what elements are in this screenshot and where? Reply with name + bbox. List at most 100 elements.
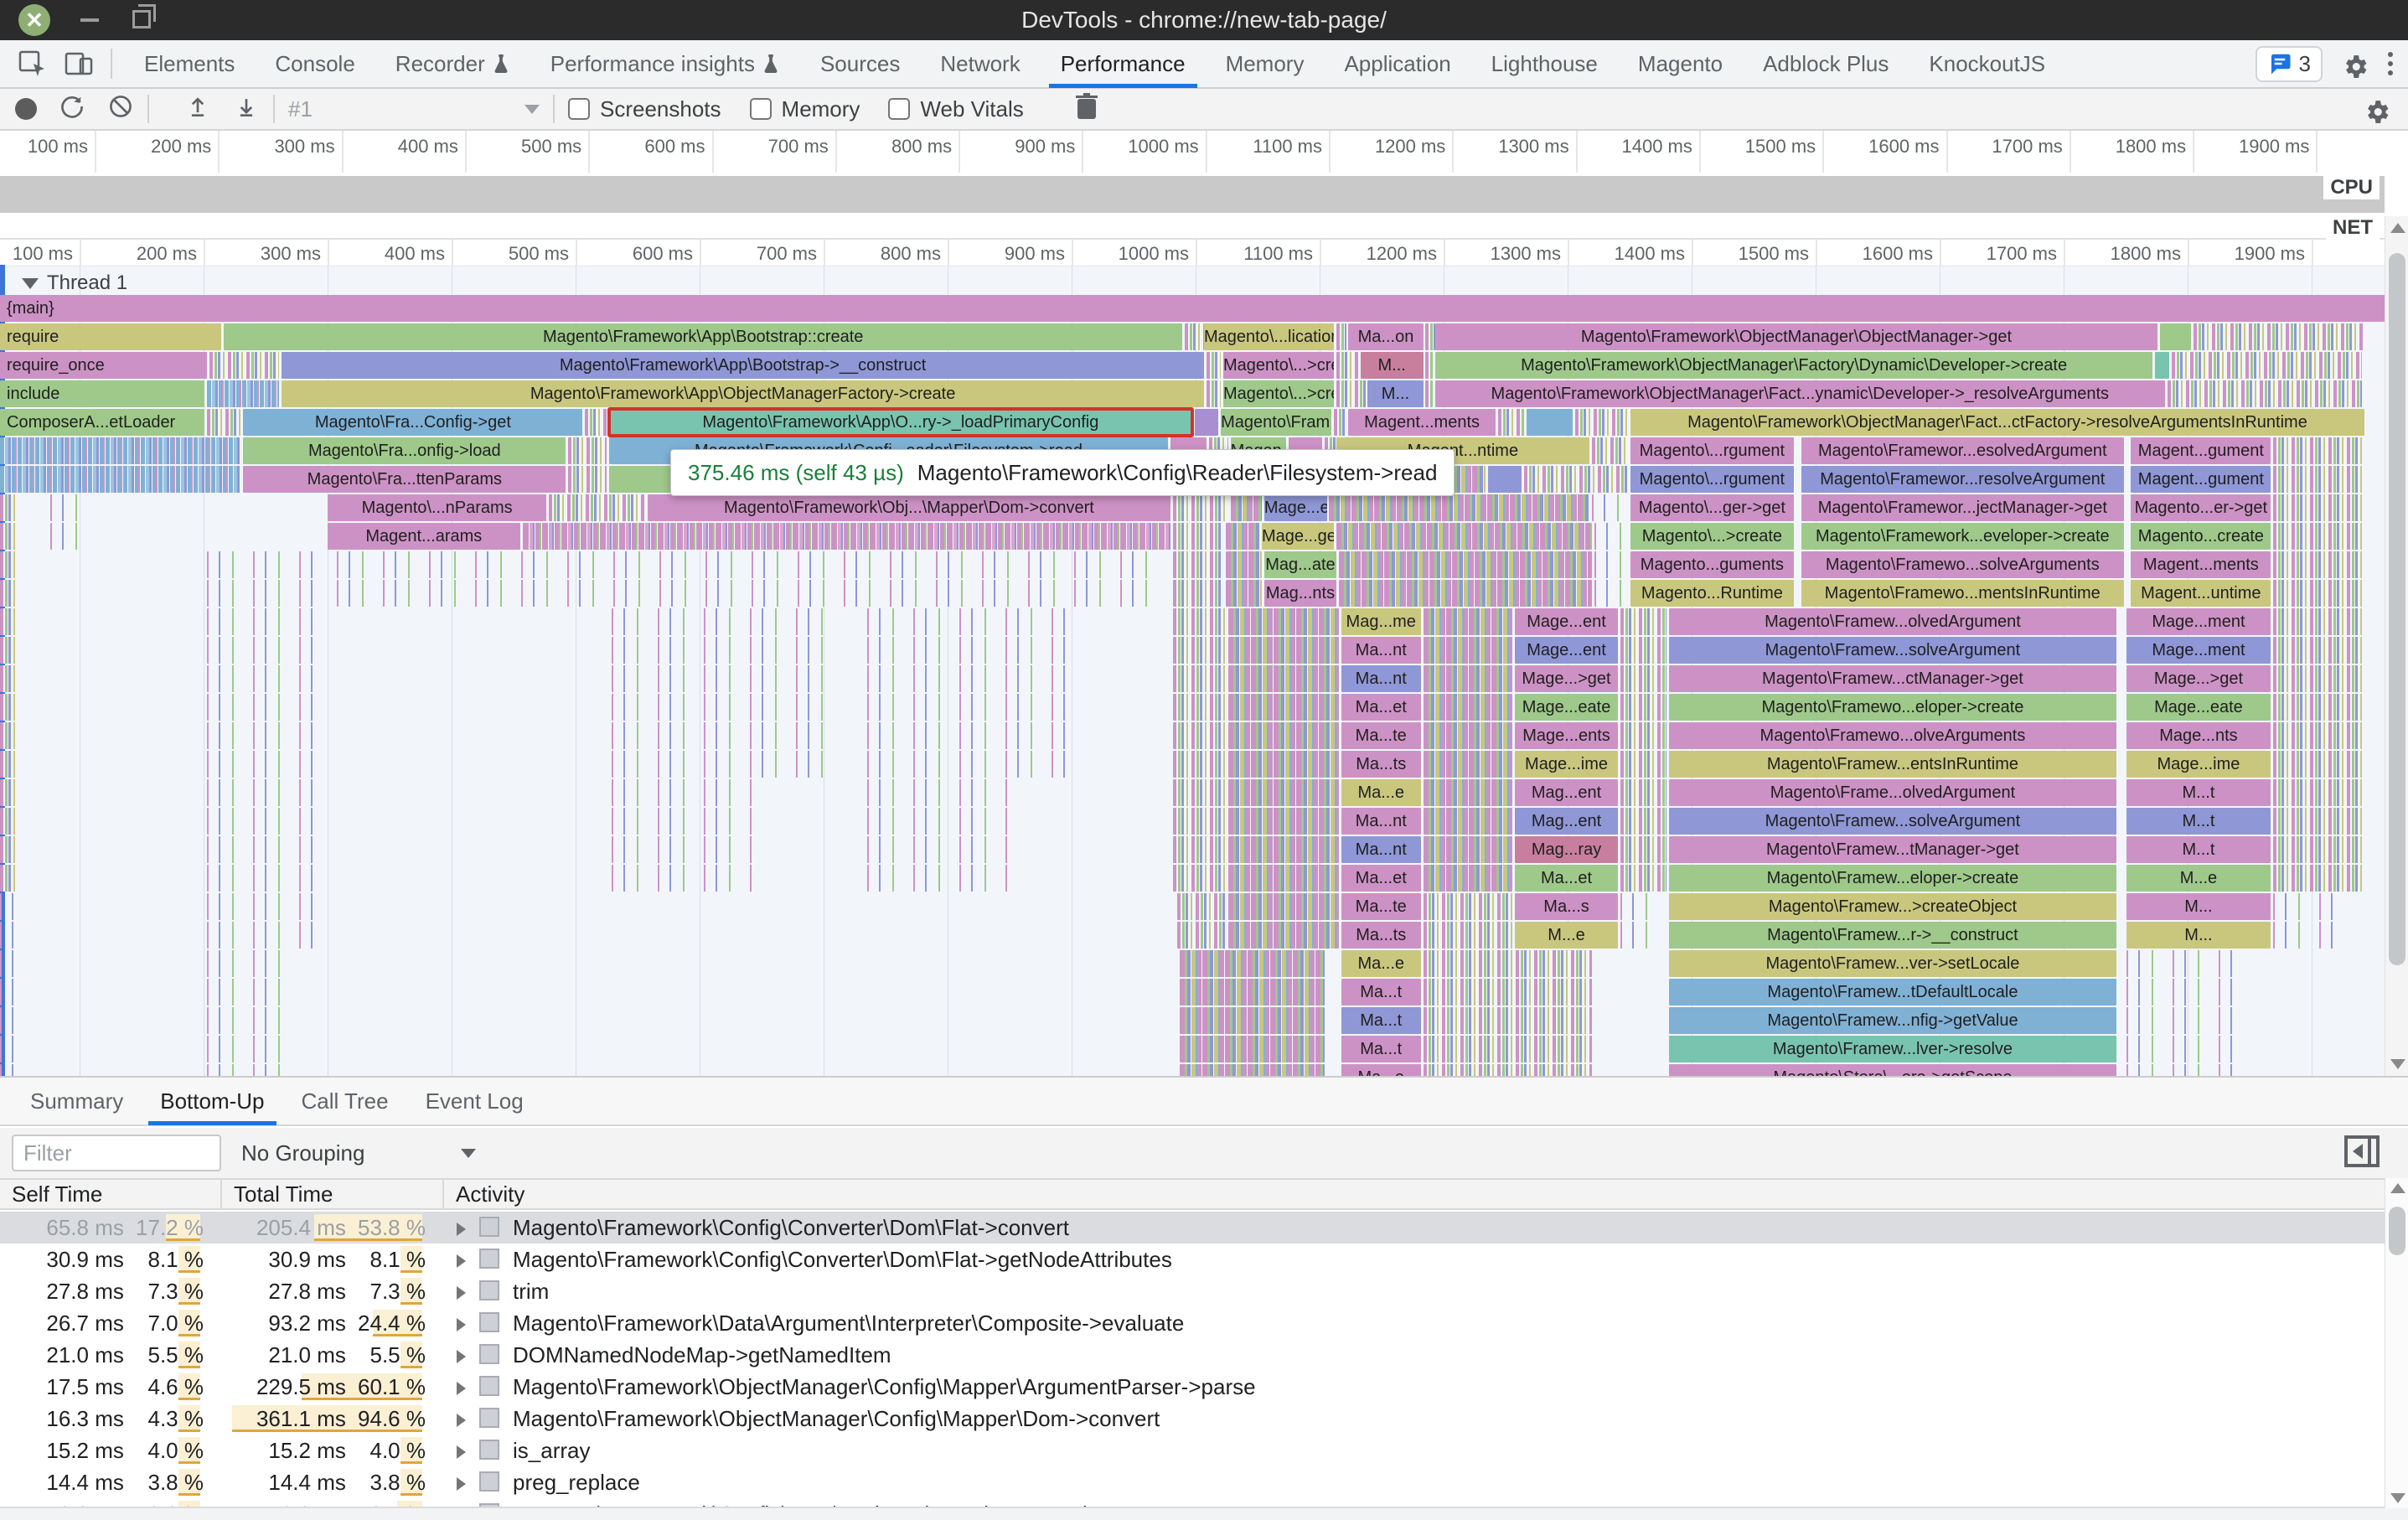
flame-block[interactable]: Magento\Framew...eloper->create [1668,865,2117,892]
scrollbar-thumb[interactable] [2389,1207,2405,1255]
flame-block[interactable]: Magento\Framewo...solveArguments [1801,551,2124,578]
activity-name[interactable]: preg_replace [513,1466,2374,1498]
cpu-overview-strip[interactable]: CPU [0,173,2408,216]
checkbox-screenshots[interactable]: Screenshots [568,96,721,122]
activity-name[interactable]: Magento\Framework\Config\Converter\Dom\F… [513,1212,2374,1243]
flame-block[interactable]: Magento\Framework\ObjectManager\Factory\… [1434,352,2153,379]
flame-block[interactable]: Mage...ment [2126,608,2271,635]
flame-block[interactable]: Magento\Framew...solveArgument [1668,637,2117,664]
flame-block[interactable]: Magento\Framew...tManager->get [1668,836,2117,863]
flame-block[interactable]: Mage...ent [1514,608,1619,635]
activity-name[interactable]: Magento\Framework\Config\Converter\Dom\F… [513,1243,2374,1275]
flame-block[interactable]: Mage...>get [1514,665,1619,692]
expand-icon[interactable] [457,1382,466,1395]
flame-block[interactable] [1194,409,1219,436]
profile-select[interactable]: #1 [288,96,540,122]
flame-block[interactable]: Magento\Framework\Obj...\Mapper\Dom->con… [648,494,1170,521]
flame-block[interactable]: Mage...>get [2126,665,2271,692]
tab-lighthouse[interactable]: Lighthouse [1471,39,1618,88]
flame-block[interactable]: Magento\Framework\App\ObjectManagerFacto… [282,380,1204,407]
flame-block[interactable]: Magento\...rgument [1630,466,1795,493]
flame-block[interactable]: M... [1367,380,1424,407]
checkbox-box[interactable] [568,98,590,120]
flame-block[interactable]: ComposerA...etLoader [0,409,205,436]
table-row[interactable]: 30.9 ms 8.1 % 30.9 ms 8.1 % Magento\Framewor… [0,1243,2408,1275]
flame-block[interactable]: Magento\Framew...>createObject [1668,893,2117,920]
flame-block[interactable]: M... [1360,352,1424,379]
expand-icon[interactable] [457,1445,466,1459]
scroll-up-icon[interactable] [2390,223,2405,233]
flame-block[interactable]: Ma...t [1341,1007,1421,1034]
flame-block[interactable]: Magento\...lication [1204,323,1335,350]
expand-icon[interactable] [457,1286,466,1300]
flame-block[interactable]: Mage...get [1261,523,1335,550]
tab-performance-insights[interactable]: Performance insights [530,39,800,88]
flame-block[interactable]: Magent...gument [2131,466,2271,493]
checkbox-box[interactable] [749,98,772,120]
thread-header[interactable]: Thread 1 [22,270,127,297]
flame-block[interactable]: Ma...et [1341,694,1421,721]
horizontal-scrollbar[interactable] [0,1507,2408,1520]
flame-block[interactable]: Mag...ray [1514,836,1619,863]
tab-summary[interactable]: Summary [12,1077,142,1125]
flame-block-highlighted[interactable]: Magento\Framework\App\O...ry->_loadPrima… [607,407,1194,437]
flame-block[interactable]: require [0,323,222,350]
flame-block[interactable]: Magento\Fra...onfig->load [243,437,566,464]
flame-block[interactable]: Magent...gument [2131,437,2271,464]
flame-block[interactable]: Ma...s [1514,893,1619,920]
flame-block[interactable]: M... [2126,893,2271,920]
table-row[interactable]: 26.7 ms 7.0 % 93.2 ms 24.4 % Magento\Framewo… [0,1307,2408,1339]
flame-block[interactable] [2159,323,2192,350]
flame-block[interactable]: Magent...ments [1348,409,1496,436]
tab-bottom-up[interactable]: Bottom-Up [142,1077,282,1125]
flame-block[interactable]: M...e [2126,865,2271,892]
table-row[interactable]: 27.8 ms 7.3 % 27.8 ms 7.3 % trim [0,1275,2408,1307]
flame-block[interactable]: M...t [2126,836,2271,863]
flame-block[interactable]: Magento...er->get [2131,494,2271,521]
flame-block[interactable]: Magento\Fram...bjectManager [1221,409,1332,436]
flame-block[interactable]: Mage...end [1263,494,1327,521]
flame-block[interactable]: Magento\Framewor...esolvedArgument [1801,437,2124,464]
flame-block[interactable]: Magento\Framew...tDefaultLocale [1668,979,2117,1006]
grouping-select[interactable]: No Grouping [241,1140,476,1166]
activity-name[interactable]: Magento\Framework\Config\Dom\NodePathMat… [513,1498,2374,1507]
flame-block[interactable]: Magento\Framework\ObjectManager\Fact...c… [1630,409,2365,436]
flame-block[interactable]: Magento\Framework\ObjectManager\Fact...y… [1434,380,2165,407]
flame-block[interactable]: Magento\Framework\App\Bootstrap->__const… [282,352,1204,379]
flame-block[interactable]: M...t [2126,779,2271,806]
scroll-up-icon[interactable] [2390,1183,2405,1193]
tab-console[interactable]: Console [255,39,375,88]
checkbox-memory[interactable]: Memory [749,96,860,122]
expand-icon[interactable] [457,1350,466,1363]
flame-block[interactable]: Magento\Framewor...jectManager->get [1801,494,2124,521]
flame-block[interactable]: Mag...me [1341,608,1421,635]
flame-block[interactable]: {main} [0,295,2408,322]
flame-block[interactable]: Mage...eate [2126,694,2271,721]
flame-block[interactable]: require_once [0,352,208,379]
tab-network[interactable]: Network [920,39,1040,88]
flame-block[interactable]: Magento\Framewor...resolveArgument [1801,466,2124,493]
table-row[interactable]: 21.0 ms 5.5 % 21.0 ms 5.5 % DOMNamedNodeMap-… [0,1339,2408,1371]
flame-block[interactable]: Ma...te [1341,722,1421,749]
flame-block[interactable]: Ma...nt [1341,836,1421,863]
flame-block[interactable]: Magento\...ger->get [1630,494,1795,521]
flame-block[interactable]: Magento\...>create [1222,380,1335,407]
flame-block[interactable]: Magento\...>create [1630,523,1795,550]
activity-name[interactable]: Magento\Framework\ObjectManager\Config\M… [513,1371,2374,1403]
flame-block[interactable]: Magento\Framew...lver->resolve [1668,1036,2117,1062]
flame-block[interactable]: Ma...t [1341,979,1421,1006]
expand-icon[interactable] [457,1414,466,1427]
flame-block[interactable]: Magento\Framew...entsInRuntime [1668,751,2117,778]
settings-gear-icon[interactable] [2341,49,2369,78]
activity-name[interactable]: DOMNamedNodeMap->getNamedItem [513,1339,2374,1371]
flame-block[interactable]: Ma...on [1348,323,1424,350]
flame-block[interactable]: Mage...ment [2126,637,2271,664]
flame-block[interactable]: Magento\Framework\App\Bootstrap::create [224,323,1183,350]
issues-badge[interactable]: 3 [2255,45,2323,82]
flame-block[interactable]: Ma...ts [1341,751,1421,778]
flame-block[interactable]: Magento...create [2131,523,2271,550]
flame-block[interactable] [2155,352,2170,379]
reload-and-record-icon[interactable] [59,93,85,126]
flame-block[interactable]: Ma...t [1341,1036,1421,1062]
flame-block[interactable]: Magento\Fra...ttenParams [243,466,566,493]
